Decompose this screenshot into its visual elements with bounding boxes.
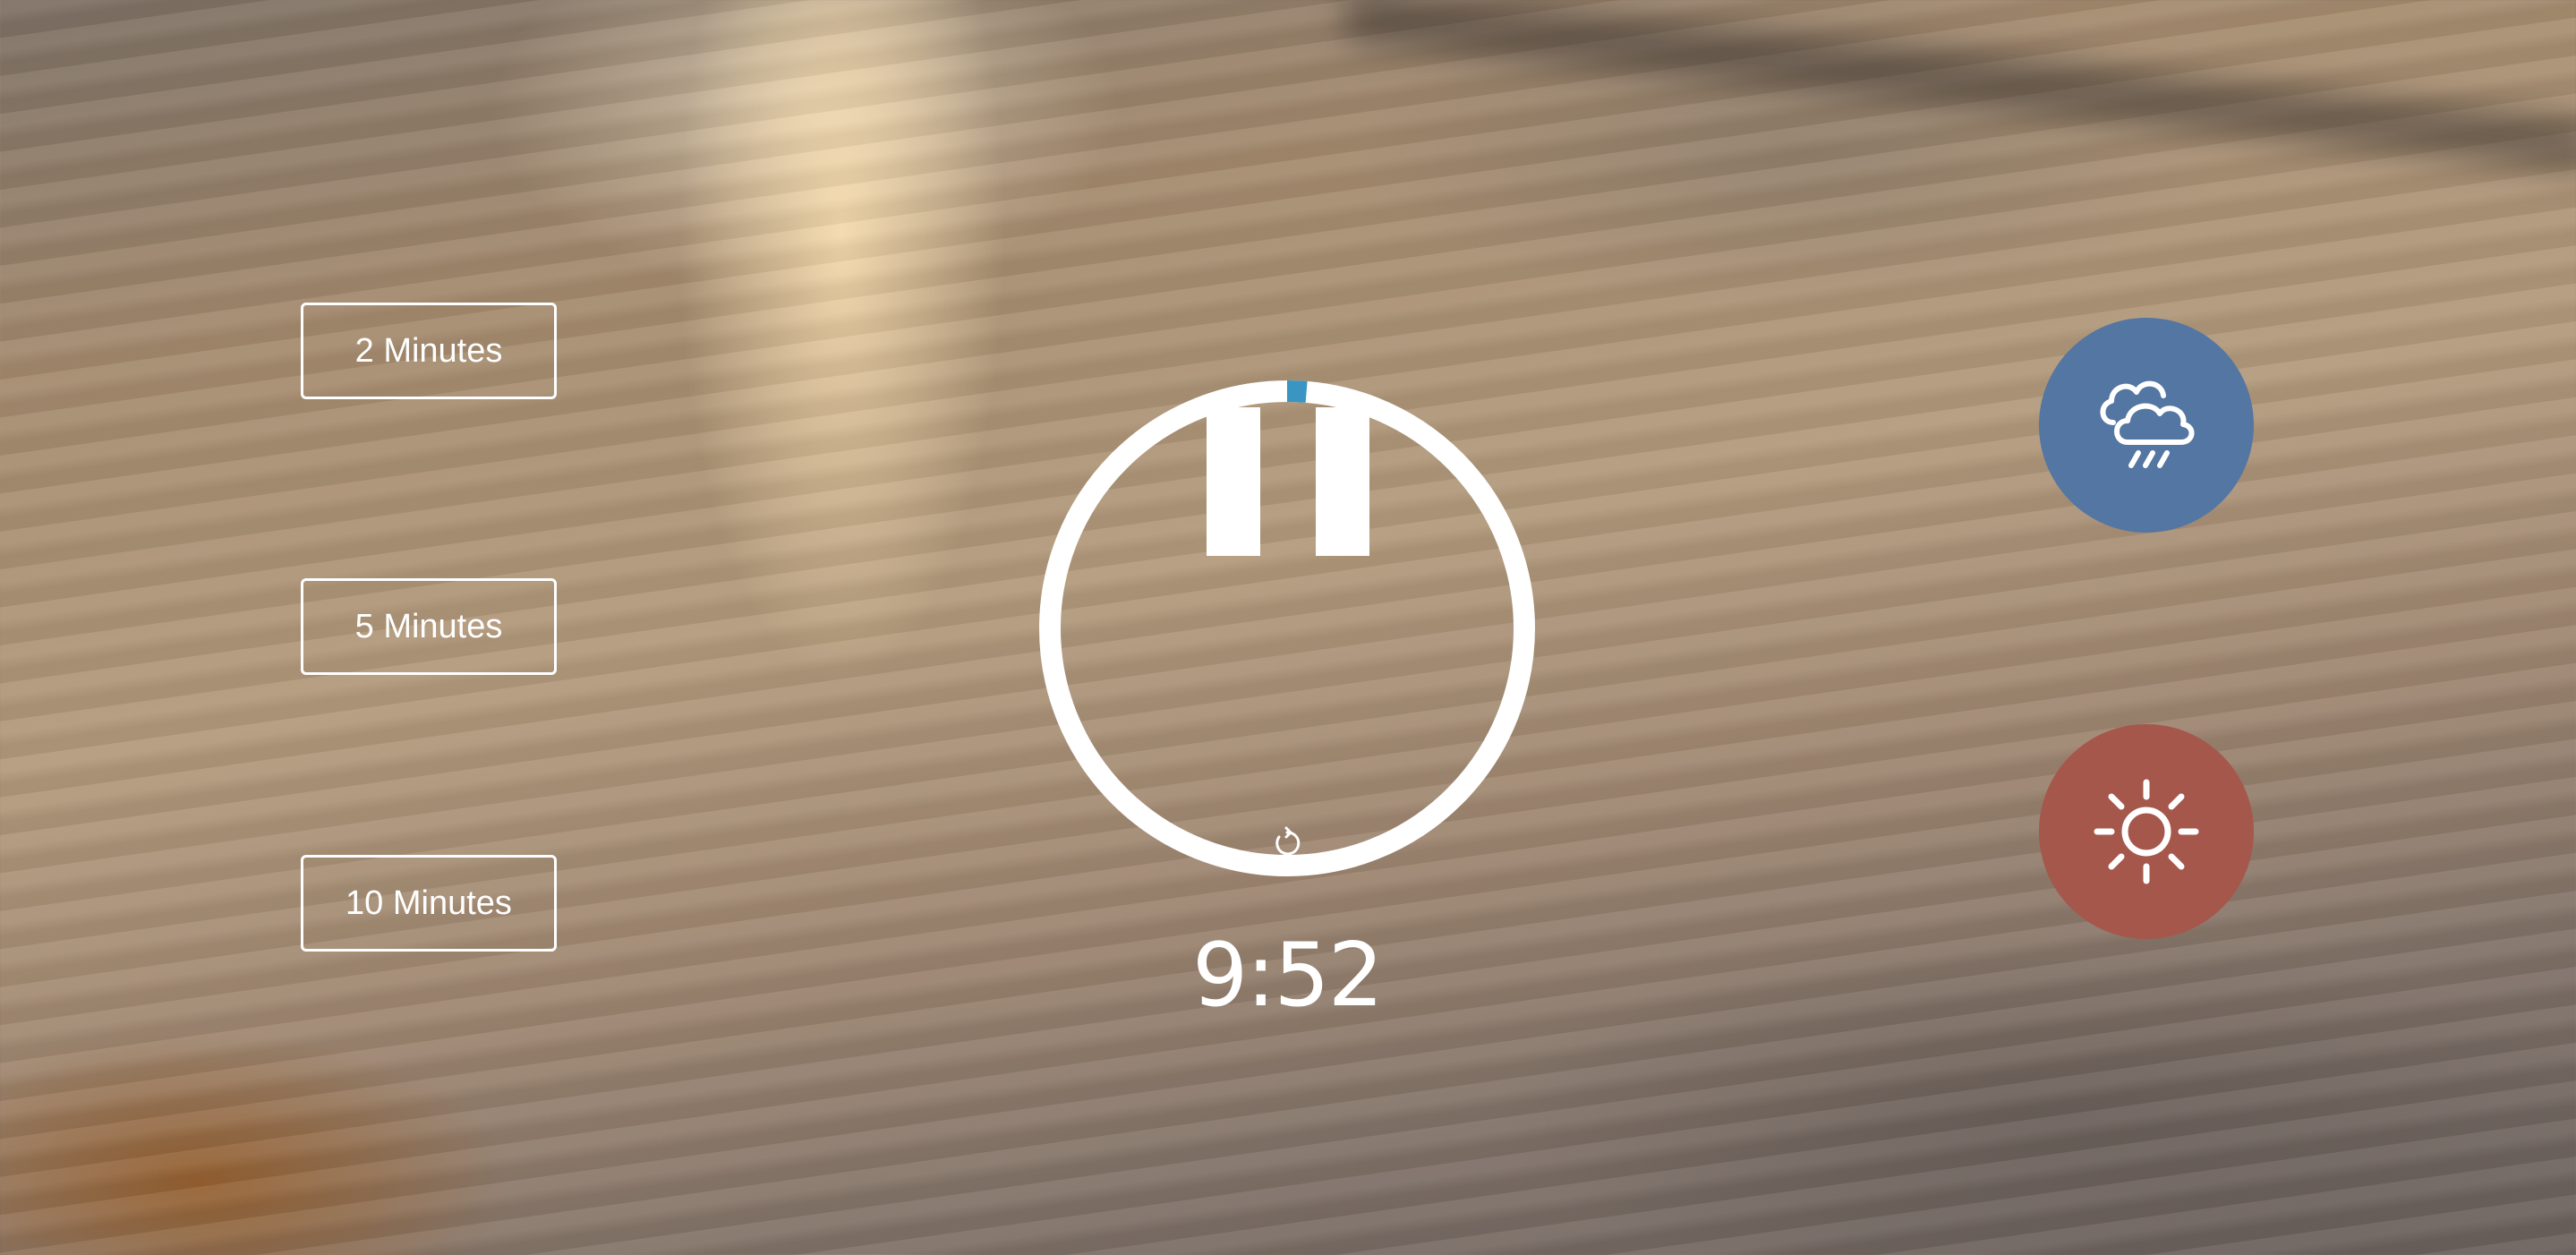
reset-icon <box>1275 826 1301 856</box>
timer-progress-arc <box>1286 380 1308 403</box>
background-wave-shadow <box>1343 0 2576 174</box>
pause-icon-bar-right <box>1316 407 1369 556</box>
pause-button[interactable] <box>1207 407 1369 556</box>
reset-button[interactable] <box>1269 825 1305 861</box>
rain-cloud-icon <box>2100 380 2195 468</box>
preset-2-minutes-button[interactable]: 2 Minutes <box>301 303 557 399</box>
time-remaining: 9:52 <box>1191 925 1384 1027</box>
rain-sound-button[interactable] <box>2039 318 2254 533</box>
sun-icon <box>2094 779 2199 884</box>
preset-5-minutes-button[interactable]: 5 Minutes <box>301 578 557 675</box>
preset-10-minutes-button[interactable]: 10 Minutes <box>301 855 557 952</box>
pause-icon-bar-left <box>1207 407 1260 556</box>
sun-sound-button[interactable] <box>2039 724 2254 939</box>
